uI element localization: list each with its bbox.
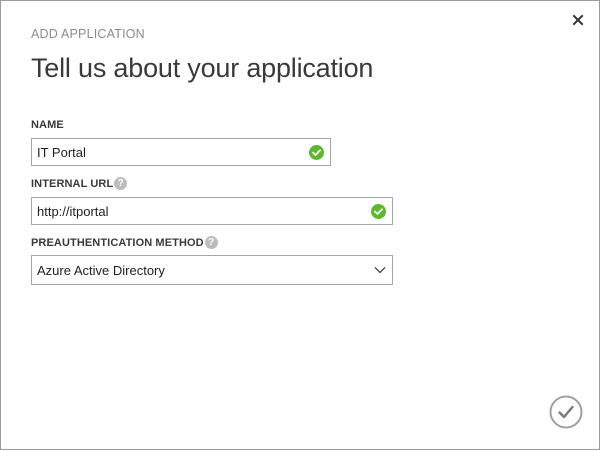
name-field-box[interactable]	[31, 138, 331, 166]
name-field[interactable]	[37, 144, 307, 160]
name-label: NAME	[31, 119, 64, 131]
internal-url-label: INTERNAL URL ?	[31, 177, 128, 190]
checkmark-circle-icon	[549, 395, 583, 429]
internal-url-field-box[interactable]	[31, 197, 393, 225]
internal-url-label-text: INTERNAL URL	[31, 177, 114, 190]
question-icon[interactable]: ?	[204, 236, 218, 249]
confirm-button[interactable]	[549, 395, 583, 429]
preauth-method-label: PREAUTHENTICATION METHOD ?	[31, 236, 218, 249]
checkmark-circle-icon	[309, 145, 324, 160]
checkmark-circle-icon	[371, 204, 386, 219]
name-label-text: NAME	[31, 119, 64, 131]
internal-url-field[interactable]	[37, 203, 367, 219]
add-application-dialog: ADD APPLICATION Tell us about your appli…	[0, 0, 600, 450]
page-title: Tell us about your application	[31, 53, 374, 83]
preauth-method-select[interactable]: Azure Active Directory	[31, 255, 393, 285]
preauth-method-value: Azure Active Directory	[37, 263, 165, 278]
preauth-method-label-text: PREAUTHENTICATION METHOD	[31, 236, 204, 249]
close-icon[interactable]	[570, 12, 586, 28]
chevron-down-icon	[374, 267, 386, 274]
question-icon[interactable]: ?	[114, 177, 128, 190]
dialog-eyebrow: ADD APPLICATION	[31, 27, 145, 41]
